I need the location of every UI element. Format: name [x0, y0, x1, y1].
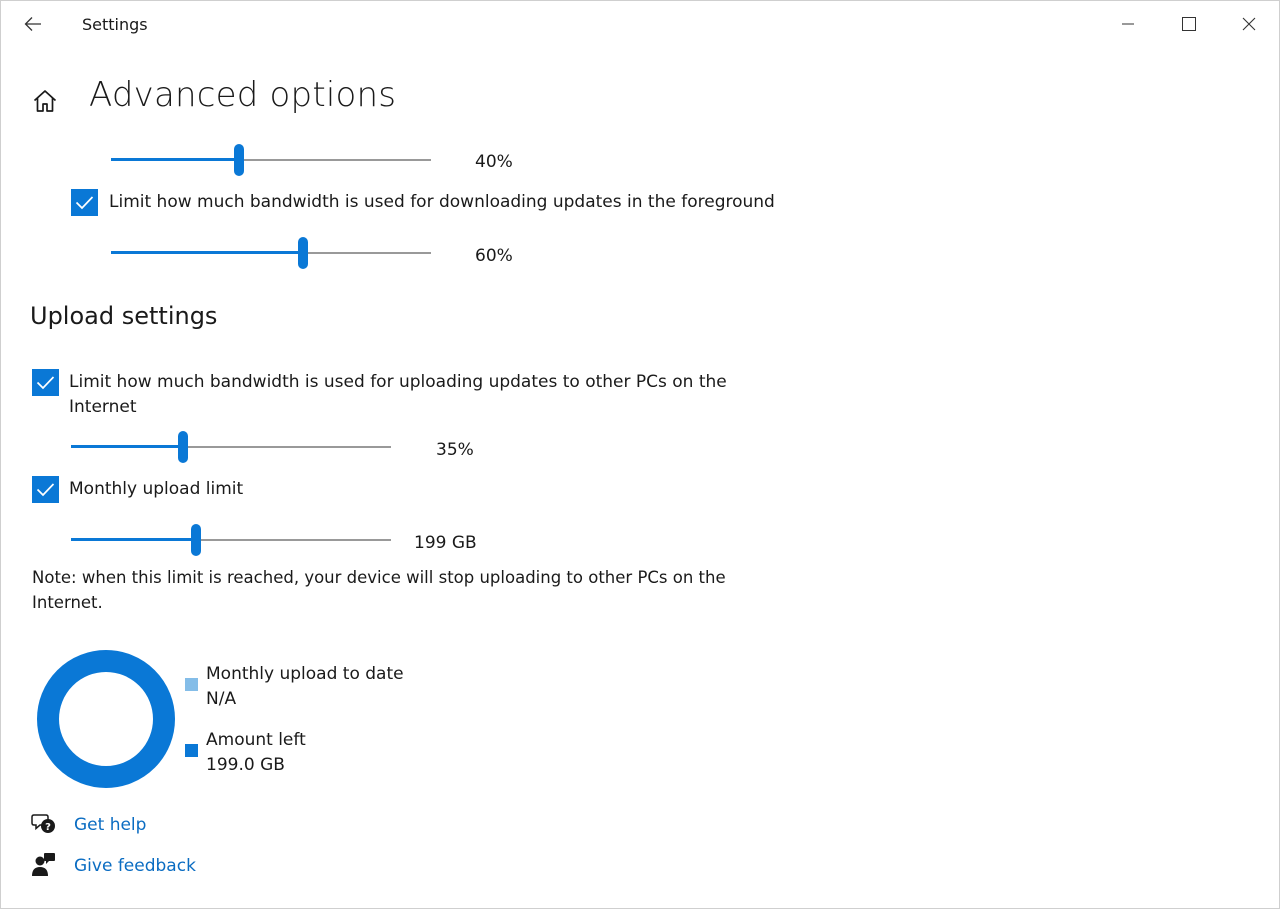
slider-fill [71, 445, 183, 448]
foreground-download-checkbox[interactable] [71, 189, 98, 216]
foreground-download-value: 60% [475, 246, 513, 266]
slider-fill [111, 251, 303, 254]
monthly-upload-value: 199 GB [414, 533, 477, 553]
settings-window: Settings Advanced options 40% Limit how … [0, 0, 1280, 909]
legend-left-value: 199.0 GB [206, 755, 285, 775]
slider-fill [111, 158, 239, 161]
close-button[interactable] [1226, 7, 1272, 41]
foreground-download-slider[interactable] [111, 236, 431, 270]
home-button[interactable] [29, 85, 61, 117]
checkmark-icon [75, 196, 94, 210]
foreground-download-label: Limit how much bandwidth is used for dow… [109, 192, 775, 212]
background-download-slider[interactable] [111, 143, 431, 177]
monthly-upload-slider[interactable] [71, 523, 391, 557]
legend-uploaded-value: N/A [206, 689, 237, 709]
back-button[interactable] [15, 9, 51, 39]
background-download-value: 40% [475, 152, 513, 172]
slider-thumb[interactable] [191, 524, 201, 556]
get-help-link[interactable]: Get help [74, 815, 146, 835]
svg-text:?: ? [45, 822, 51, 833]
minimize-icon [1122, 23, 1134, 25]
feedback-person-icon [32, 853, 55, 876]
help-chat-icon: ? [31, 814, 55, 833]
legend-swatch-uploaded [185, 678, 198, 691]
monthly-upload-checkbox[interactable] [32, 476, 59, 503]
donut-amount-left-ring [37, 650, 175, 788]
app-title: Settings [82, 15, 148, 34]
slider-fill [71, 538, 196, 541]
monthly-upload-label: Monthly upload limit [69, 479, 244, 499]
upload-bandwidth-label: Limit how much bandwidth is used for upl… [69, 372, 727, 417]
upload-bandwidth-checkbox[interactable] [32, 369, 59, 396]
home-icon [33, 90, 57, 112]
minimize-button[interactable] [1105, 7, 1151, 41]
upload-settings-heading: Upload settings [30, 302, 218, 330]
legend-left-label: Amount left [206, 730, 306, 750]
back-arrow-icon [24, 17, 41, 31]
checkmark-icon [36, 376, 55, 390]
title-bar: Settings [1, 1, 1279, 47]
upload-usage-donut [37, 650, 175, 788]
legend-uploaded-label: Monthly upload to date [206, 664, 404, 684]
slider-thumb[interactable] [178, 431, 188, 463]
close-icon [1242, 17, 1256, 31]
maximize-button[interactable] [1166, 7, 1212, 41]
upload-bandwidth-value: 35% [436, 440, 474, 460]
maximize-icon [1182, 17, 1196, 31]
slider-thumb[interactable] [234, 144, 244, 176]
give-feedback-link[interactable]: Give feedback [74, 856, 196, 876]
page-title: Advanced options [89, 75, 397, 115]
checkmark-icon [36, 483, 55, 497]
upload-bandwidth-slider[interactable] [71, 430, 391, 464]
legend-swatch-left [185, 744, 198, 757]
upload-limit-note: Note: when this limit is reached, your d… [32, 568, 726, 612]
slider-thumb[interactable] [298, 237, 308, 269]
